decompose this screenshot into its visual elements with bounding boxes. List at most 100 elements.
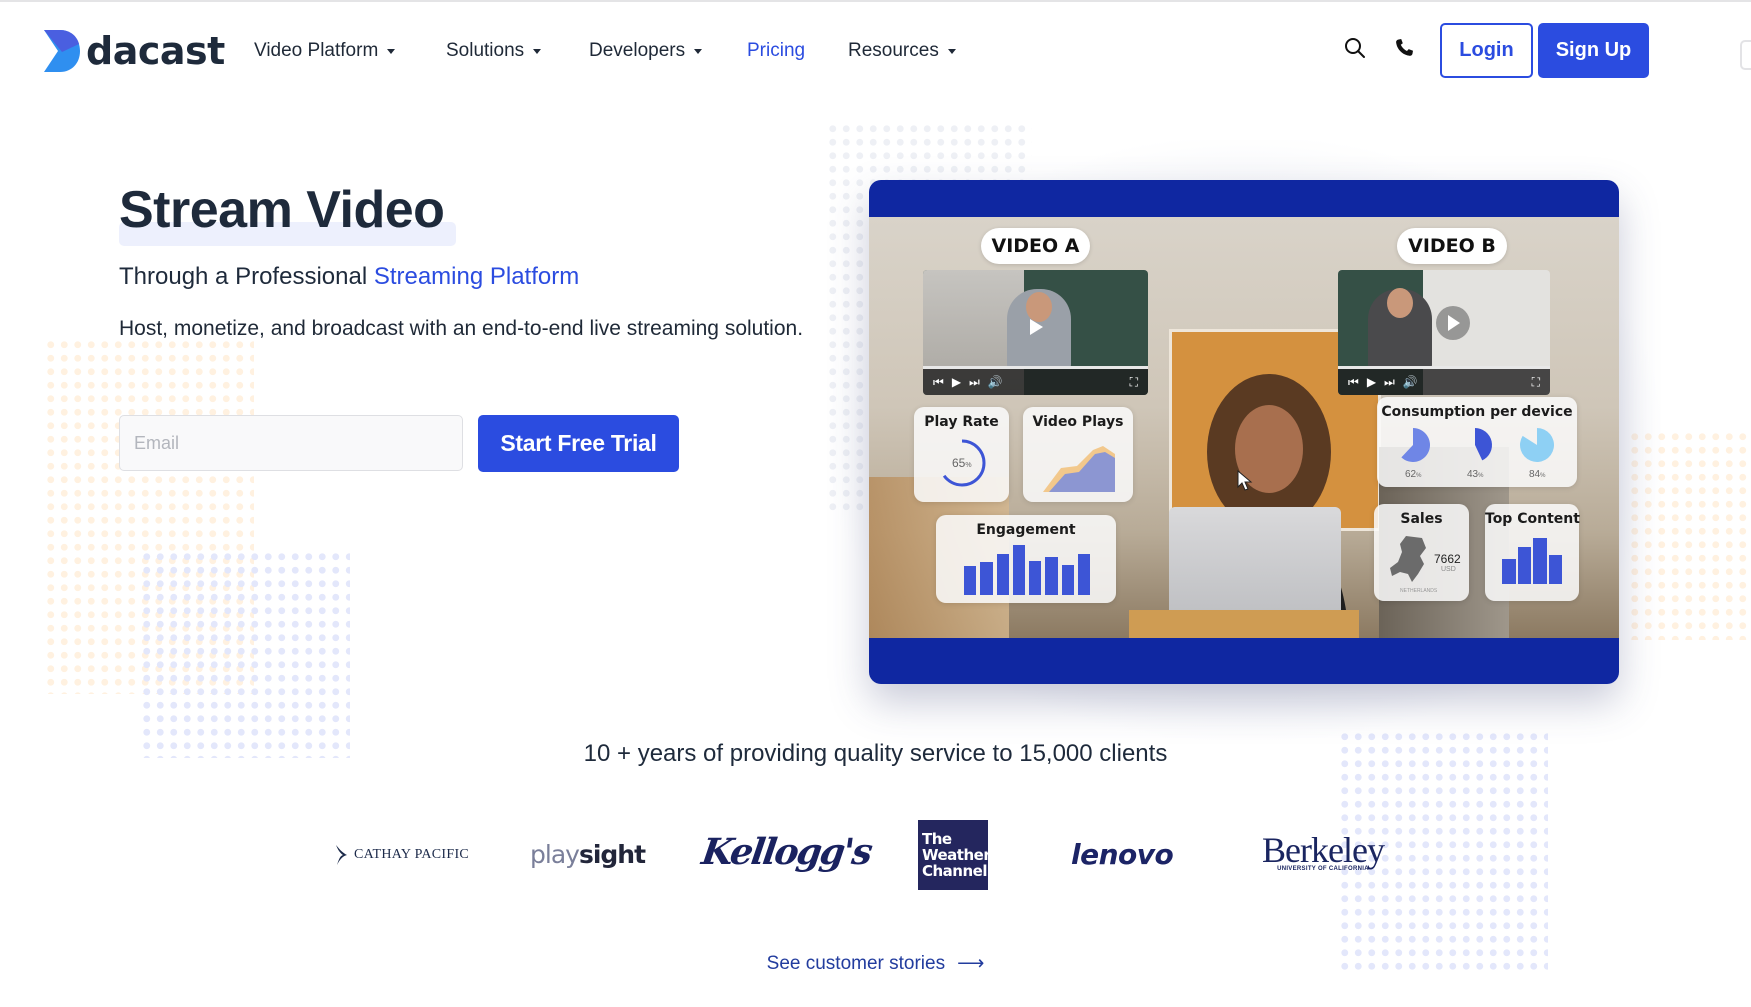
nav-developers[interactable]: Developers [589, 38, 703, 64]
consumption-widget: Consumption per device 62% 43% 84% [1377, 397, 1577, 487]
cathay-pacific-logo: CATHAY PACIFIC [334, 840, 469, 870]
video-controls: ⏮ ▶ ⏭ 🔊 ⛶ [923, 369, 1148, 395]
play-rate-widget: Play Rate 65% [914, 407, 1009, 502]
dacast-logo[interactable]: dacast [42, 28, 225, 74]
search-icon [1345, 38, 1365, 58]
arrow-right-icon: ⟶ [957, 953, 985, 974]
widget-title: Consumption per device [1381, 404, 1573, 420]
scene-laptop [1169, 507, 1341, 615]
subtitle-accent: Streaming Platform [373, 263, 580, 290]
widget-title: Play Rate [924, 414, 999, 430]
fullscreen-icon[interactable]: ⛶ [1130, 375, 1138, 390]
video-b-label: VIDEO B [1397, 228, 1507, 264]
logo-text: Channel [922, 862, 987, 880]
chart-bar [964, 566, 977, 595]
nav-video-platform[interactable]: Video Platform [254, 38, 396, 64]
caret-down-icon [387, 48, 396, 54]
fullscreen-icon[interactable]: ⛶ [1532, 375, 1540, 390]
prev-icon[interactable]: ⏮ [933, 375, 944, 390]
see-customer-stories-link[interactable]: See customer stories ⟶ [767, 952, 985, 975]
logo-text: play [530, 839, 580, 869]
chart-bar [1548, 555, 1562, 584]
play-overlay-icon[interactable] [1019, 310, 1053, 344]
sales-region: NETHERLANDS [1400, 588, 1438, 594]
device-percent: 43% [1467, 469, 1484, 480]
chart-bar [980, 562, 993, 595]
logo-text: Berkeley [1262, 830, 1385, 870]
widget-title: Sales [1400, 511, 1443, 527]
scene-desk [1129, 610, 1359, 638]
video-demo-card[interactable]: VIDEO A ⏮ ▶ ⏭ 🔊 ⛶ VIDEO B ⏮ ▶ ⏭ 🔊 ⛶ Play… [869, 180, 1619, 684]
email-input[interactable] [119, 415, 463, 471]
signup-button[interactable]: Sign Up [1538, 23, 1649, 78]
next-icon[interactable]: ⏭ [1384, 375, 1395, 390]
caret-down-icon [533, 48, 542, 54]
phone-icon [1396, 39, 1413, 56]
device-pie [1453, 425, 1497, 472]
link-text: See customer stories [766, 952, 946, 974]
login-button[interactable]: Login [1440, 23, 1533, 78]
netherlands-map-icon [1390, 536, 1426, 582]
playsight-logo: play sight [530, 836, 646, 872]
start-free-trial-button[interactable]: Start Free Trial [478, 415, 679, 472]
video-a-player[interactable]: ⏮ ▶ ⏭ 🔊 ⛶ [923, 270, 1148, 395]
play-icon[interactable]: ▶ [952, 375, 961, 389]
logo-text: The [922, 830, 952, 848]
nav-label: Solutions [446, 40, 525, 61]
volume-icon[interactable]: 🔊 [1403, 375, 1418, 389]
hero-subtitle: Through a Professional Streaming Platfor… [119, 262, 579, 292]
chart-bar [1533, 538, 1547, 584]
nav-resources[interactable]: Resources [848, 38, 956, 64]
device-percent: 84% [1529, 469, 1546, 480]
phone-button[interactable] [1390, 34, 1418, 62]
engagement-widget: Engagement [936, 515, 1116, 603]
logo-text: sight [578, 839, 646, 869]
lenovo-logo: lenovo [1071, 837, 1174, 871]
nav-label: Video Platform [254, 40, 379, 61]
caret-down-icon [694, 48, 703, 54]
device-pie [1391, 425, 1435, 472]
sales-value: 7662 [1434, 552, 1461, 566]
search-button[interactable] [1341, 34, 1369, 62]
nav-label: Developers [589, 40, 686, 61]
chart-bar [1029, 561, 1042, 595]
prev-icon[interactable]: ⏮ [1348, 375, 1359, 390]
nav-pricing[interactable]: Pricing [747, 38, 805, 64]
weather-channel-logo: The Weather Channel [918, 820, 991, 890]
device-percent: 62% [1405, 469, 1422, 480]
offscreen-widget [1740, 40, 1751, 70]
video-plays-area-chart [1043, 446, 1115, 492]
hero-title: Stream Video [119, 181, 445, 239]
logo-text: dacast [86, 29, 225, 73]
chart-bar [1077, 554, 1090, 595]
volume-icon[interactable]: 🔊 [988, 375, 1003, 389]
video-plays-widget: Video Plays [1023, 407, 1133, 502]
caret-down-icon [947, 48, 956, 54]
play-overlay-icon[interactable] [1436, 306, 1470, 340]
chart-bar [1012, 545, 1025, 595]
chart-bar [1517, 547, 1531, 584]
logo-text: CATHAY PACIFIC [354, 847, 470, 862]
cathay-brushwing-icon [336, 845, 347, 865]
nav-label: Pricing [747, 40, 806, 61]
chart-bar [1045, 556, 1058, 595]
chart-bar [1061, 565, 1074, 595]
demo-video-scene[interactable]: VIDEO A ⏮ ▶ ⏭ 🔊 ⛶ VIDEO B ⏮ ▶ ⏭ 🔊 ⛶ Play… [869, 217, 1619, 638]
mouse-cursor-icon [1237, 470, 1253, 491]
customer-stories-row: See customer stories ⟶ [0, 952, 1751, 975]
video-controls: ⏮ ▶ ⏭ 🔊 ⛶ [1338, 369, 1550, 395]
logo-text: Weather [922, 846, 991, 864]
berkeley-logo: Berkeley UNIVERSITY OF CALIFORNIA [1262, 830, 1385, 872]
hero-description: Host, monetize, and broadcast with an en… [119, 317, 804, 340]
play-icon[interactable]: ▶ [1367, 375, 1376, 389]
widget-title: Top Content [1485, 511, 1580, 527]
nav-label: Resources [848, 40, 939, 61]
logo-subtext: UNIVERSITY OF CALIFORNIA [1277, 866, 1369, 872]
video-b-player[interactable]: ⏮ ▶ ⏭ 🔊 ⛶ [1338, 270, 1550, 395]
sales-widget: Sales 7662 USD NETHERLANDS [1374, 504, 1469, 601]
nav-solutions[interactable]: Solutions [446, 38, 542, 64]
widget-title: Engagement [976, 522, 1076, 538]
next-icon[interactable]: ⏭ [969, 375, 980, 390]
chart-bar [1502, 558, 1516, 584]
video-a-label: VIDEO A [981, 228, 1090, 264]
